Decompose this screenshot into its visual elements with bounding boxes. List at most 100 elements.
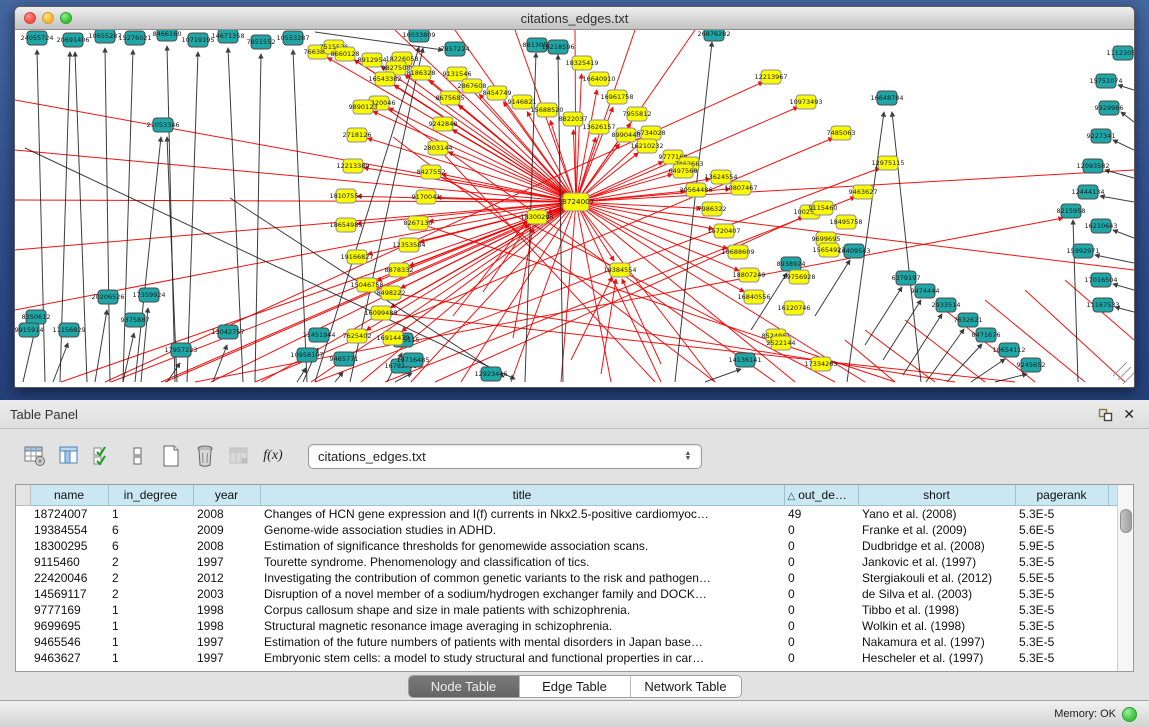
cell-out[interactable]: 49 [784, 506, 858, 523]
cell-out[interactable]: 0 [784, 634, 858, 650]
cell-in[interactable]: 1 [108, 506, 193, 523]
citation-edge-black[interactable] [23, 330, 35, 382]
cell-year[interactable]: 1997 [193, 554, 260, 570]
cell-out[interactable]: 0 [784, 650, 858, 666]
cell-short[interactable]: Nakamura et al. (1997) [858, 634, 1015, 650]
cell-title[interactable]: Estimation of significance thresholds fo… [260, 538, 784, 554]
cell-year[interactable]: 1998 [193, 618, 260, 634]
table-row[interactable]: 1872400712008Changes of HCN gene express… [16, 506, 1120, 523]
cell-short[interactable]: Franke et al. (2009) [858, 522, 1015, 538]
cell-year[interactable]: 2012 [193, 570, 260, 586]
citation-edge-black[interactable] [1113, 140, 1134, 150]
cell-short[interactable]: Stergiakouli et al. (2012) [858, 570, 1015, 586]
close-panel-icon[interactable]: ✕ [1123, 407, 1135, 421]
cell-title[interactable]: Corpus callosum shape and size in male p… [260, 602, 784, 618]
cell-out[interactable]: 0 [784, 554, 858, 570]
table-vertical-scrollbar[interactable] [1117, 485, 1133, 671]
cell-year[interactable]: 2009 [193, 522, 260, 538]
cell-short[interactable]: Tibbo et al. (1998) [858, 602, 1015, 618]
citation-edge-black[interactable] [123, 50, 133, 382]
cell-title[interactable]: Tourette syndrome. Phenomenology and cla… [260, 554, 784, 570]
cell-pr[interactable]: 5.3E-5 [1015, 586, 1108, 602]
cell-pr[interactable]: 5.5E-5 [1015, 570, 1108, 586]
table-row[interactable]: 911546021997Tourette syndrome. Phenomeno… [16, 554, 1120, 570]
cell-name[interactable]: 14569117 [30, 586, 108, 602]
cell-in[interactable]: 2 [108, 554, 193, 570]
citation-edge-black[interactable] [105, 48, 110, 382]
citation-edge-black[interactable] [167, 46, 175, 382]
column-header-pagerank[interactable]: pagerank [1015, 485, 1108, 506]
cell-in[interactable]: 1 [108, 618, 193, 634]
cell-year[interactable]: 1997 [193, 634, 260, 650]
cell-out[interactable]: 0 [784, 570, 858, 586]
cell-out[interactable]: 0 [784, 586, 858, 602]
cell-short[interactable]: Wolkin et al. (1998) [858, 618, 1015, 634]
cell-short[interactable]: Hescheler et al. (1997) [858, 650, 1015, 666]
cell-year[interactable]: 1998 [193, 602, 260, 618]
table-row[interactable]: 946362711997Embryonic stem cells: a mode… [16, 650, 1120, 666]
cell-pr[interactable]: 5.3E-5 [1015, 634, 1108, 650]
cell-pr[interactable]: 5.9E-5 [1015, 538, 1108, 554]
cell-pr[interactable]: 5.6E-5 [1015, 522, 1108, 538]
column-header-year[interactable]: year [193, 485, 260, 506]
cell-pr[interactable]: 5.3E-5 [1015, 650, 1108, 666]
cell-short[interactable]: Jankovic et al. (1997) [858, 554, 1015, 570]
citation-edge-red[interactable] [865, 330, 935, 382]
zoom-window-button[interactable] [60, 12, 72, 24]
citation-edge-black[interactable] [1100, 196, 1134, 202]
cell-out[interactable]: 0 [784, 602, 858, 618]
delete-column-button[interactable] [190, 442, 220, 470]
table-row[interactable]: 977716911998Corpus callosum shape and si… [16, 602, 1120, 618]
table-row[interactable]: 969969511998Structural magnetic resonanc… [16, 618, 1120, 634]
cell-title[interactable]: Genome-wide association studies in ADHD. [260, 522, 784, 538]
cell-name[interactable]: 9777169 [30, 602, 108, 618]
create-column-button[interactable] [156, 442, 186, 470]
citation-edge-black[interactable] [95, 310, 107, 382]
tab-edge-table[interactable]: Edge Table [519, 676, 630, 697]
cell-out[interactable]: 0 [784, 522, 858, 538]
cell-name[interactable]: 9465546 [30, 634, 108, 650]
cell-out[interactable]: 0 [784, 618, 858, 634]
column-header-short[interactable]: short [858, 485, 1015, 506]
citation-edge-black[interactable] [135, 137, 161, 382]
column-header-name[interactable]: name [30, 485, 108, 506]
citation-edge-black[interactable] [892, 112, 921, 382]
row-height-button[interactable] [122, 442, 152, 470]
citation-edge-black[interactable] [1113, 230, 1134, 238]
cell-name[interactable]: 9699695 [30, 618, 108, 634]
scrollbar-thumb[interactable] [1120, 509, 1132, 533]
tab-network-table[interactable]: Network Table [630, 676, 741, 697]
citation-edge-black[interactable] [1118, 85, 1134, 90]
cell-title[interactable]: Disruption of a novel member of a sodium… [260, 586, 784, 602]
select-rows-button[interactable] [88, 442, 118, 470]
cell-name[interactable]: 18724007 [30, 506, 108, 523]
citation-edge-black[interactable] [187, 52, 198, 382]
cell-title[interactable]: Embryonic stem cells: a model to study s… [260, 650, 784, 666]
cell-out[interactable]: 0 [784, 538, 858, 554]
table-settings-button[interactable] [20, 442, 50, 470]
citation-edge-red[interactable] [448, 152, 576, 202]
float-panel-icon[interactable] [1097, 407, 1113, 422]
table-selector-combobox[interactable]: citations_edges.txt ▲▼ [308, 444, 702, 469]
cell-year[interactable]: 2008 [193, 538, 260, 554]
column-header-in-degree[interactable]: in_degree [108, 485, 193, 506]
cell-short[interactable]: de Silva et al. (2003) [858, 586, 1015, 602]
cell-name[interactable]: 19384554 [30, 522, 108, 538]
citation-edge-red[interactable] [15, 202, 576, 250]
cell-in[interactable]: 2 [108, 570, 193, 586]
cell-in[interactable]: 1 [108, 634, 193, 650]
citation-edge-black[interactable] [1121, 112, 1134, 122]
minimize-window-button[interactable] [42, 12, 54, 24]
cell-title[interactable]: Changes of HCN gene expression and I(f) … [260, 506, 784, 523]
function-builder-button[interactable]: f(x) [258, 442, 288, 470]
cell-short[interactable]: Dudbridge et al. (2008) [858, 538, 1015, 554]
table-row[interactable]: 946554611997Estimation of the future num… [16, 634, 1120, 650]
table-row[interactable]: 1938455462009Genome-wide association stu… [16, 522, 1120, 538]
citation-edge-red[interactable] [461, 202, 576, 382]
citation-edge-red[interactable] [576, 74, 582, 202]
citation-edge-red[interactable] [391, 293, 955, 382]
cell-year[interactable]: 1997 [193, 650, 260, 666]
cell-title[interactable]: Estimation of the future numbers of pati… [260, 634, 784, 650]
citation-edge-red[interactable] [622, 279, 661, 364]
close-window-button[interactable] [24, 12, 36, 24]
